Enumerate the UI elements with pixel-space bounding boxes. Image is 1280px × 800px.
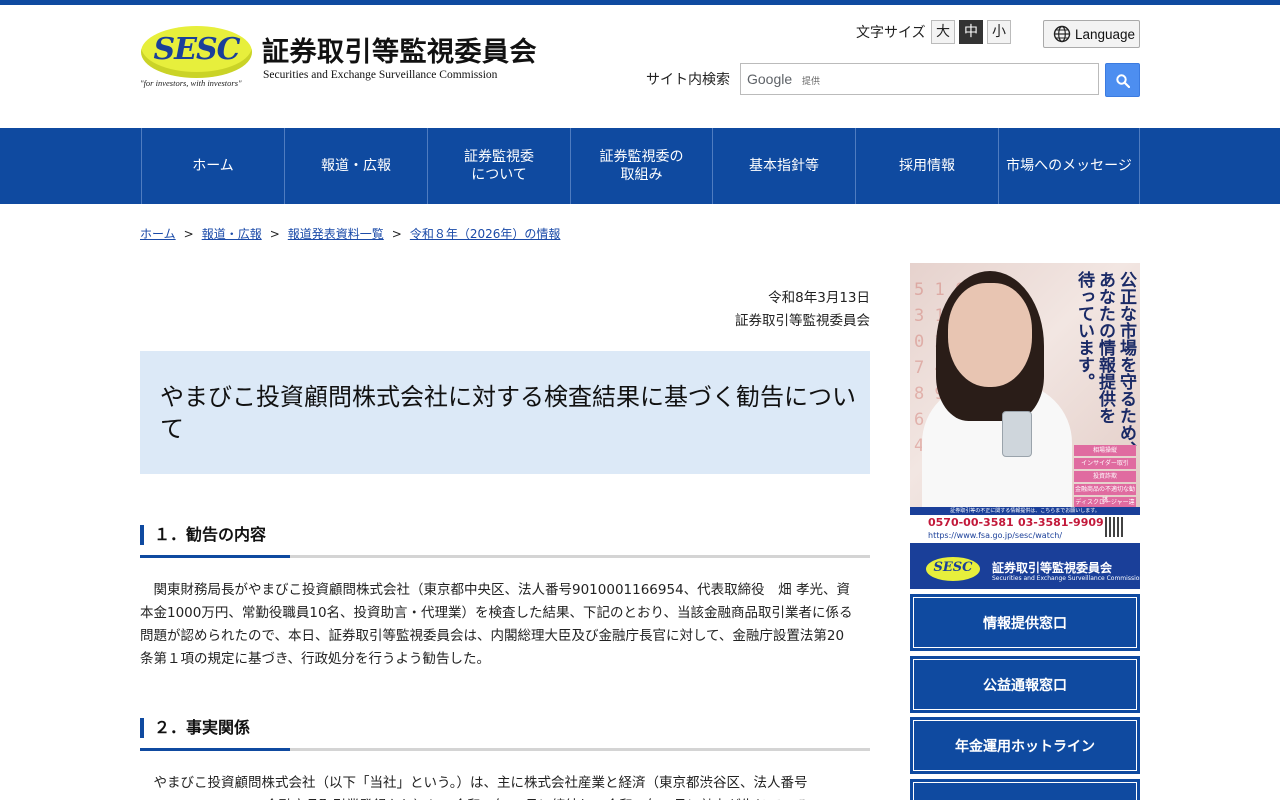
font-size-medium-button[interactable]: 中 [959, 20, 983, 44]
side-button-partial[interactable] [910, 779, 1140, 800]
breadcrumb-press[interactable]: 報道・広報 [202, 227, 262, 241]
global-nav: ホーム 報道・広報 証券監視委 について 証券監視委の 取組み 基本指針等 採用… [0, 128, 1280, 204]
font-size-large-button[interactable]: 大 [931, 20, 955, 44]
site-search-input[interactable]: Google 提供 [740, 63, 1099, 95]
sesc-logo[interactable]: SESC "for investors, with investors" [140, 24, 255, 88]
top-accent-bar [0, 0, 1280, 5]
heading-underline-accent [140, 748, 290, 751]
page-title: やまびこ投資顧問株式会社に対する検査結果に基づく勧告について [160, 383, 856, 443]
side-button-label: 年金運用ホットライン [913, 720, 1137, 771]
mini-title-en: Securities and Exchange Surveillance Com… [992, 575, 1144, 582]
sesc-banner-bar[interactable]: SESC 証券取引等監視委員会 Securities and Exchange … [910, 553, 1144, 589]
nav-item-about[interactable]: 証券監視委 について [427, 128, 570, 204]
banner-headline: 公正な市場を守るため、 あなたの情報提供を 待っています。 [1074, 271, 1136, 458]
logo-text: SESC [153, 32, 240, 67]
nav-item-activities[interactable]: 証券監視委の 取組み [570, 128, 712, 204]
section-heading-1: １．勧告の内容 [140, 525, 870, 559]
breadcrumb-separator: > [183, 227, 194, 241]
banner-tag: 投資詐欺 [1074, 471, 1136, 482]
banner-footer-strip [910, 543, 1140, 553]
section-body-2: やまびこ投資顧問株式会社（以下「当社」という。）は、主に株式会社産業と経済（東京… [140, 775, 822, 800]
banner-phone-1: 0570-00-3581 [928, 516, 1014, 529]
smartphone-icon [1002, 411, 1032, 457]
globe-icon [1053, 25, 1071, 43]
section-heading-2: ２．事実関係 [140, 718, 870, 752]
nav-item-home[interactable]: ホーム [141, 128, 284, 204]
article-title-box: やまびこ投資顧問株式会社に対する検査結果に基づく勧告について [140, 351, 870, 474]
side-button-label: 公益通報窓口 [913, 659, 1137, 710]
pension-hotline-button[interactable]: 年金運用ホットライン [910, 717, 1140, 774]
mini-logo-text: SESC [933, 560, 973, 575]
article-issuer: 証券取引等監視委員会 [735, 313, 870, 329]
whistleblowing-button[interactable]: 公益通報窓口 [910, 656, 1140, 713]
search-icon [1116, 74, 1130, 88]
breadcrumb-year[interactable]: 令和８年（2026年）の情報 [410, 227, 561, 241]
heading-marker [140, 718, 144, 738]
banner-phone-2: 03-3581-9909 [1018, 516, 1104, 529]
logo-tagline: "for investors, with investors" [140, 78, 242, 88]
side-button-label: 情報提供窓口 [913, 597, 1137, 648]
google-brand-text: Google [747, 71, 793, 87]
banner-info-strip: 証券取引等の不正に関する情報提供は、こちらまでお願いします。 [910, 507, 1140, 515]
language-label: Language [1075, 27, 1136, 42]
banner-tag: 金融商品の不適切な勧誘 [1074, 484, 1136, 504]
banner-url: https://www.fsa.go.jp/sesc/watch/ [928, 531, 1063, 540]
site-title[interactable]: 証券取引等監視委員会 [262, 30, 537, 69]
nav-item-recruit[interactable]: 採用情報 [855, 128, 998, 204]
section-heading-text: ２．事実関係 [154, 718, 251, 737]
search-button[interactable] [1105, 63, 1140, 97]
site-search-label: サイト内検索 [646, 72, 730, 88]
article-date: 令和8年3月13日 [768, 290, 870, 306]
font-size-label: 文字サイズ [856, 25, 926, 41]
google-brand-sub: 提供 [802, 77, 821, 87]
banner-tag: インサイダー取引 [1074, 458, 1136, 469]
section-body-1: 関東財務局長がやまびこ投資顧問株式会社（東京都中央区、法人番号901000116… [140, 582, 853, 667]
article-meta: 令和8年3月13日 証券取引等監視委員会 [560, 287, 870, 333]
heading-underline [290, 555, 870, 558]
banner-person-face [948, 283, 1032, 387]
heading-underline [290, 748, 870, 751]
language-button[interactable]: Language [1043, 20, 1140, 48]
breadcrumb-home[interactable]: ホーム [140, 227, 176, 241]
qr-code-icon [1105, 517, 1125, 537]
heading-marker [140, 525, 144, 545]
breadcrumb-separator: > [269, 227, 280, 241]
banner-tag: 相場操縦 [1074, 445, 1136, 456]
site-title-english: Securities and Exchange Surveillance Com… [263, 69, 498, 81]
breadcrumb-separator: > [391, 227, 402, 241]
nav-item-policies[interactable]: 基本指針等 [712, 128, 855, 204]
nav-item-press[interactable]: 報道・広報 [284, 128, 427, 204]
mini-title-ja: 証券取引等監視委員会 [992, 561, 1113, 575]
section-heading-text: １．勧告の内容 [154, 525, 267, 544]
heading-underline-accent [140, 555, 290, 558]
whistleblower-banner[interactable]: 5 1 0 9 3 1 0 4 0 2 5 1 . 9 7 4 9 5 6 8 … [910, 263, 1140, 553]
font-size-small-button[interactable]: 小 [987, 20, 1011, 44]
banner-tags: 相場操縦 インサイダー取引 投資詐欺 金融商品の不適切な勧誘 ディスクロージャー… [1074, 445, 1136, 517]
breadcrumb-release-list[interactable]: 報道発表資料一覧 [288, 227, 384, 241]
info-submission-button[interactable]: 情報提供窓口 [910, 594, 1140, 651]
nav-item-market-message[interactable]: 市場へのメッセージ [998, 128, 1140, 204]
breadcrumb: ホーム > 報道・広報 > 報道発表資料一覧 > 令和８年（2026年）の情報 [140, 225, 560, 242]
side-button-label [913, 782, 1137, 800]
